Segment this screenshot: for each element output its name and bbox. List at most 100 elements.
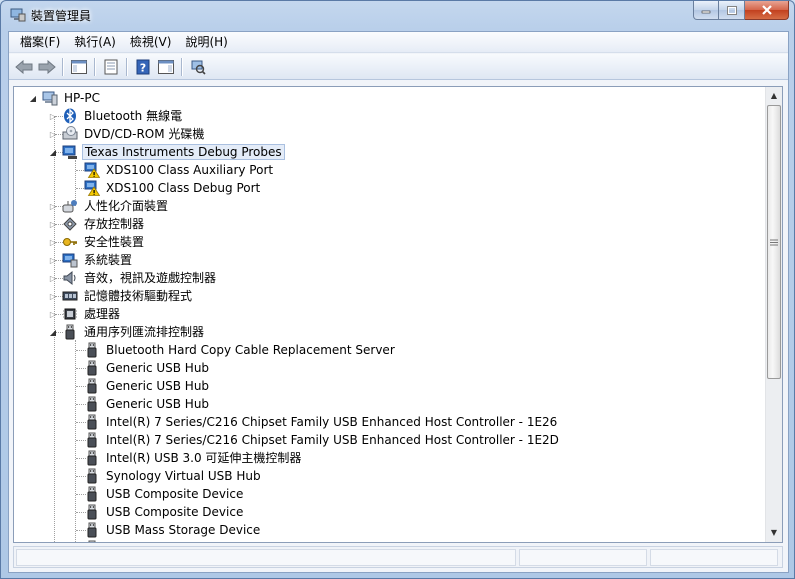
caption-buttons <box>693 1 789 20</box>
memory-icon <box>62 288 78 304</box>
expand-arrow-icon[interactable]: ▷ <box>48 305 58 323</box>
tree-item-label: Generic USB Hub <box>106 379 210 393</box>
expand-arrow-icon[interactable]: ▷ <box>48 125 58 143</box>
action-pane-button[interactable] <box>154 56 177 78</box>
status-bar <box>13 546 783 568</box>
close-button[interactable] <box>745 1 789 20</box>
usb-icon <box>84 414 100 430</box>
usb-icon <box>84 468 100 484</box>
forward-button[interactable] <box>35 56 58 78</box>
tree-device-item[interactable]: Intel(R) 7 Series/C216 Chipset Family US… <box>66 431 561 449</box>
bluetooth-icon <box>62 108 78 124</box>
usb-icon <box>84 396 100 412</box>
tree-device-item[interactable]: Synology Virtual USB Hub <box>66 467 263 485</box>
device-manager-window: 裝置管理員 檔案(F) 執行(A) 檢視(V) 說明(H) ? ◢ HP-PC … <box>0 0 795 579</box>
tree-category-item[interactable]: ▷ 處理器 <box>48 305 122 323</box>
menu-action[interactable]: 執行(A) <box>67 32 123 53</box>
expand-arrow-icon[interactable]: ▷ <box>48 215 58 233</box>
tree-device-item[interactable]: USB Mass Storage Device <box>66 521 262 539</box>
expand-arrow-icon[interactable]: ▷ <box>48 107 58 125</box>
tree-device-item[interactable]: Generic USB Hub <box>66 359 211 377</box>
collapse-arrow-icon[interactable]: ◢ <box>48 143 58 161</box>
grip-icon <box>770 239 778 245</box>
status-pane-secondary <box>519 549 647 566</box>
storage-controller-icon <box>62 216 78 232</box>
minimize-button[interactable] <box>693 1 719 20</box>
tree-device-item[interactable]: USB Root Hub <box>66 539 192 542</box>
scroll-up-button[interactable]: ▲ <box>766 87 782 104</box>
scan-hardware-button[interactable] <box>186 56 209 78</box>
tree-category-item[interactable]: ▷ 人性化介面裝置 <box>48 197 170 215</box>
warning-device-icon <box>84 180 101 196</box>
tree-item-label: 處理器 <box>84 307 121 321</box>
warning-device-icon <box>84 162 101 178</box>
usb-icon <box>84 450 100 466</box>
tree-root-item[interactable]: ◢ HP-PC <box>28 89 102 107</box>
tree-category-item[interactable]: ◢ 通用序列匯流排控制器 <box>48 323 206 341</box>
tree-category-item[interactable]: ◢ Texas Instruments Debug Probes <box>48 143 285 161</box>
tree-item-label: HP-PC <box>64 91 100 105</box>
tree-item-label: 系統裝置 <box>84 253 133 267</box>
tree-device-item[interactable]: Intel(R) 7 Series/C216 Chipset Family US… <box>66 413 559 431</box>
usb-icon <box>84 540 100 542</box>
collapse-arrow-icon[interactable]: ◢ <box>48 323 58 341</box>
title-bar[interactable]: 裝置管理員 <box>1 1 794 31</box>
minimize-icon <box>701 10 711 14</box>
show-hide-console-tree-button[interactable] <box>67 56 90 78</box>
maximize-button[interactable] <box>719 1 745 20</box>
usb-icon <box>62 324 78 340</box>
tree-item-label: 安全性裝置 <box>84 235 145 249</box>
tree-category-item[interactable]: ▷ DVD/CD-ROM 光碟機 <box>48 125 206 143</box>
tree-category-item[interactable]: ▷ 安全性裝置 <box>48 233 146 251</box>
tree-device-item[interactable]: Intel(R) USB 3.0 可延伸主機控制器 <box>66 449 303 467</box>
menu-file[interactable]: 檔案(F) <box>13 32 67 53</box>
device-tree[interactable]: ◢ HP-PC ▷ Bluetooth 無線電 ▷ DVD/CD-ROM 光碟機 ◢ Texa… <box>13 86 783 543</box>
tree-item-label: Bluetooth 無線電 <box>84 109 183 123</box>
expand-arrow-icon[interactable]: ▷ <box>48 269 58 287</box>
tree-category-item[interactable]: ▷ 記憶體技術驅動程式 <box>48 287 194 305</box>
expand-arrow-icon[interactable]: ▷ <box>48 287 58 305</box>
toolbar-separator <box>62 57 63 76</box>
expand-arrow-icon[interactable]: ▷ <box>48 197 58 215</box>
help-button[interactable]: ? <box>131 56 154 78</box>
usb-icon <box>84 378 100 394</box>
toolbar: ? <box>9 54 788 80</box>
vertical-scrollbar[interactable]: ▲ ▼ <box>765 87 782 542</box>
menu-bar: 檔案(F) 執行(A) 檢視(V) 說明(H) <box>9 32 788 53</box>
expand-arrow-icon[interactable]: ▷ <box>48 233 58 251</box>
tree-category-item[interactable]: ▷ 存放控制器 <box>48 215 146 233</box>
tree-device-item[interactable]: Bluetooth Hard Copy Cable Replacement Se… <box>66 341 397 359</box>
tree-device-item[interactable]: XDS100 Class Auxiliary Port <box>66 161 275 179</box>
debug-probe-icon <box>62 144 78 160</box>
device-manager-icon <box>10 8 26 22</box>
tree-device-item[interactable]: Generic USB Hub <box>66 377 211 395</box>
tree-item-label: XDS100 Class Auxiliary Port <box>106 163 274 177</box>
menu-help[interactable]: 說明(H) <box>178 32 234 53</box>
scroll-down-button[interactable]: ▼ <box>766 524 782 541</box>
usb-icon <box>84 486 100 502</box>
tree-device-item[interactable]: XDS100 Class Debug Port <box>66 179 262 197</box>
tree-item-label: Texas Instruments Debug Probes <box>82 144 285 160</box>
properties-button[interactable] <box>99 56 122 78</box>
tree-device-item[interactable]: USB Composite Device <box>66 503 245 521</box>
tree-device-item[interactable]: USB Composite Device <box>66 485 245 503</box>
expand-arrow-icon[interactable]: ▷ <box>48 251 58 269</box>
tree-item-label: Intel(R) USB 3.0 可延伸主機控制器 <box>106 451 302 465</box>
tree-category-item[interactable]: ▷ 系統裝置 <box>48 251 134 269</box>
tree-category-item[interactable]: ▷ Bluetooth 無線電 <box>48 107 184 125</box>
collapse-arrow-icon[interactable]: ◢ <box>28 89 38 107</box>
back-button[interactable] <box>12 56 35 78</box>
scroll-thumb[interactable] <box>767 105 781 379</box>
menu-view[interactable]: 檢視(V) <box>123 32 179 53</box>
tree-item-label: 人性化介面裝置 <box>84 199 169 213</box>
tree-item-label: Intel(R) 7 Series/C216 Chipset Family US… <box>106 415 558 429</box>
usb-icon <box>84 522 100 538</box>
tree-device-item[interactable]: Generic USB Hub <box>66 395 211 413</box>
tree-category-item[interactable]: ▷ 音效，視訊及遊戲控制器 <box>48 269 218 287</box>
processor-icon <box>62 306 78 322</box>
